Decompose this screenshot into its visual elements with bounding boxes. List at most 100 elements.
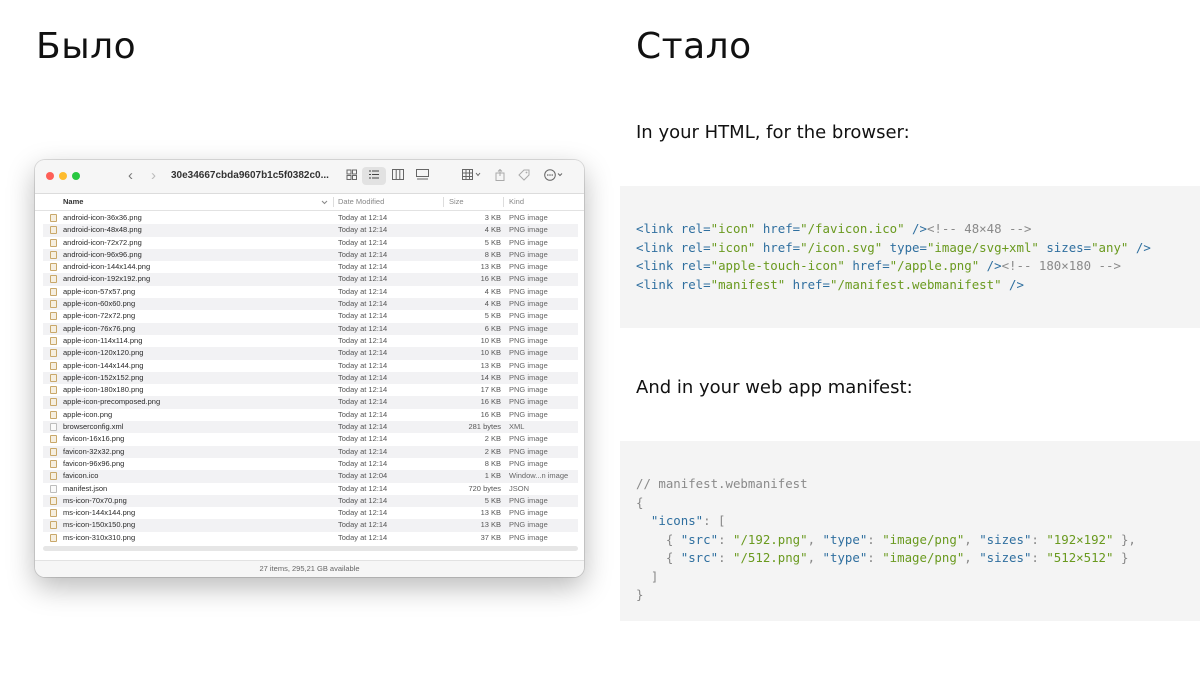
file-row[interactable]: favicon-96x96.png Today at 12:14 8 KB PNG i… bbox=[43, 458, 578, 470]
html-caption: In your HTML, for the browser: bbox=[636, 122, 910, 143]
file-name: favicon.ico bbox=[63, 471, 99, 481]
file-row[interactable]: android-icon-36x36.png Today at 12:14 3 KB… bbox=[43, 212, 578, 224]
file-icon bbox=[50, 423, 57, 432]
file-list: android-icon-36x36.png Today at 12:14 3 KB… bbox=[43, 212, 578, 544]
file-name: android-icon-36x36.png bbox=[63, 213, 142, 222]
file-row[interactable]: favicon-32x32.png Today at 12:14 2 KB PNG i… bbox=[43, 445, 578, 458]
file-size: 3 KB bbox=[484, 213, 501, 222]
file-kind: PNG image bbox=[509, 237, 548, 247]
file-icon bbox=[50, 459, 57, 468]
code-token: href= bbox=[755, 239, 801, 255]
file-size: 281 bytes bbox=[468, 422, 501, 432]
file-date: Today at 12:14 bbox=[338, 299, 388, 309]
code-token: "/192.png" bbox=[733, 531, 808, 547]
code-token: : bbox=[867, 531, 883, 547]
code-line: <link rel="icon" href="/favicon.ico" /><… bbox=[636, 220, 1200, 239]
file-row[interactable]: apple-icon-120x120.png Today at 12:14 10 K… bbox=[43, 347, 578, 360]
chevron-left-icon[interactable]: ‹ bbox=[128, 167, 133, 185]
file-kind: PNG image bbox=[509, 434, 548, 444]
file-row[interactable]: apple-icon-precomposed.png Today at 12:14… bbox=[43, 396, 578, 409]
file-name: ms-icon-144x144.png bbox=[63, 508, 136, 518]
code-token: /> bbox=[1128, 239, 1151, 255]
file-row[interactable]: android-icon-72x72.png Today at 12:14 5 KB… bbox=[43, 237, 578, 249]
chevron-right-icon[interactable]: › bbox=[151, 167, 156, 185]
gallery-view-icon[interactable] bbox=[416, 169, 429, 180]
file-row[interactable]: apple-icon-114x114.png Today at 12:14 10 K… bbox=[43, 335, 578, 347]
code-token: sizes= bbox=[1038, 239, 1092, 255]
code-token: "512×512" bbox=[1046, 550, 1114, 565]
file-icon bbox=[50, 533, 57, 542]
close-window-button[interactable] bbox=[46, 172, 54, 180]
file-size: 4 KB bbox=[484, 299, 501, 309]
file-date: Today at 12:14 bbox=[338, 213, 388, 222]
file-name: apple-icon-180x180.png bbox=[63, 385, 144, 395]
column-view-icon[interactable] bbox=[392, 169, 404, 180]
minimize-window-button[interactable] bbox=[59, 172, 67, 180]
column-date-modified[interactable]: Date Modified bbox=[338, 194, 384, 210]
file-row[interactable]: android-icon-48x48.png Today at 12:14 4 KB… bbox=[43, 224, 578, 237]
file-row[interactable]: android-icon-192x192.png Today at 12:14 16… bbox=[43, 273, 578, 286]
list-view-icon[interactable] bbox=[368, 169, 380, 180]
file-kind: PNG image bbox=[509, 335, 548, 345]
file-row[interactable]: apple-icon-180x180.png Today at 12:14 17 K… bbox=[43, 384, 578, 396]
scrollbar-thumb[interactable] bbox=[43, 546, 578, 551]
file-row[interactable]: apple-icon-60x60.png Today at 12:14 4 KB PN… bbox=[43, 298, 578, 311]
file-row[interactable]: apple-icon.png Today at 12:14 16 KB PNG ima… bbox=[43, 409, 578, 421]
file-row[interactable]: apple-icon-57x57.png Today at 12:14 4 KB PN… bbox=[43, 286, 578, 298]
file-kind: PNG image bbox=[509, 409, 548, 419]
file-icon bbox=[50, 410, 57, 419]
file-row[interactable]: ms-icon-150x150.png Today at 12:14 13 KB PN… bbox=[43, 519, 578, 532]
file-row[interactable]: apple-icon-72x72.png Today at 12:14 5 KB PN… bbox=[43, 310, 578, 322]
finder-window: ‹ › 30e34667cbda9607b1c5f0382c0... Name … bbox=[35, 160, 584, 577]
file-row[interactable]: ms-icon-310x310.png Today at 12:14 37 KB PN… bbox=[43, 532, 578, 544]
code-line: // manifest.webmanifest bbox=[636, 475, 1200, 494]
code-token: "type" bbox=[822, 531, 868, 547]
code-token: , bbox=[964, 550, 980, 565]
file-date: Today at 12:14 bbox=[338, 508, 388, 518]
grid-view-icon[interactable] bbox=[346, 169, 357, 180]
file-date: Today at 12:14 bbox=[338, 225, 388, 235]
file-name: favicon-16x16.png bbox=[63, 434, 125, 444]
file-row[interactable]: ms-icon-144x144.png Today at 12:14 13 KB PN… bbox=[43, 507, 578, 519]
zoom-window-button[interactable] bbox=[72, 172, 80, 180]
file-icon bbox=[50, 312, 57, 321]
file-row[interactable]: apple-icon-76x76.png Today at 12:14 6 KB PN… bbox=[43, 322, 578, 335]
column-size[interactable]: Size bbox=[449, 194, 464, 210]
file-row[interactable]: apple-icon-152x152.png Today at 12:14 14 K… bbox=[43, 371, 578, 385]
share-icon[interactable] bbox=[495, 169, 505, 181]
file-row[interactable]: manifest.json Today at 12:14 720 bytes JSON bbox=[43, 483, 578, 495]
file-row[interactable]: apple-icon-144x144.png Today at 12:14 13 K… bbox=[43, 360, 578, 372]
column-kind[interactable]: Kind bbox=[509, 194, 524, 210]
file-size: 16 KB bbox=[480, 397, 501, 407]
file-kind: PNG image bbox=[509, 458, 548, 468]
file-name: android-icon-72x72.png bbox=[63, 237, 142, 247]
tag-icon[interactable] bbox=[518, 169, 530, 181]
file-name: android-icon-192x192.png bbox=[63, 274, 151, 284]
code-token: }, bbox=[1113, 531, 1136, 547]
code-line: { "src": "/512.png", "type": "image/png"… bbox=[636, 549, 1200, 568]
group-icon[interactable] bbox=[462, 169, 482, 180]
file-row[interactable]: ms-icon-70x70.png Today at 12:14 5 KB PNG i… bbox=[43, 494, 578, 508]
file-icon bbox=[50, 226, 57, 235]
code-token: // manifest.webmanifest bbox=[636, 476, 808, 491]
file-row[interactable]: android-icon-144x144.png Today at 12:14 13… bbox=[43, 261, 578, 273]
file-size: 2 KB bbox=[484, 446, 501, 456]
file-icon bbox=[50, 484, 57, 493]
more-icon[interactable] bbox=[544, 169, 564, 181]
code-token: : bbox=[867, 550, 883, 565]
code-token: "image/png" bbox=[882, 531, 965, 547]
manifest-code-block: // manifest.webmanifest { "icons": [ { "s… bbox=[620, 441, 1200, 621]
file-row[interactable]: android-icon-96x96.png Today at 12:14 8 KB… bbox=[43, 248, 578, 262]
file-size: 720 bytes bbox=[468, 483, 501, 493]
code-token: rel= bbox=[680, 221, 711, 236]
status-bar: 27 items, 295,21 GB available bbox=[35, 560, 584, 577]
file-kind: PNG image bbox=[509, 286, 548, 296]
file-row[interactable]: favicon-16x16.png Today at 12:14 2 KB PNG i… bbox=[43, 433, 578, 445]
file-kind: PNG image bbox=[509, 446, 548, 456]
file-row[interactable]: browserconfig.xml Today at 12:14 281 bytes… bbox=[43, 421, 578, 434]
file-name: android-icon-144x144.png bbox=[63, 262, 151, 272]
column-name[interactable]: Name bbox=[63, 194, 83, 210]
file-row[interactable]: favicon.ico Today at 12:04 1 KB Window...n … bbox=[43, 470, 578, 483]
horizontal-scrollbar[interactable] bbox=[43, 544, 578, 554]
file-icon bbox=[50, 250, 57, 259]
